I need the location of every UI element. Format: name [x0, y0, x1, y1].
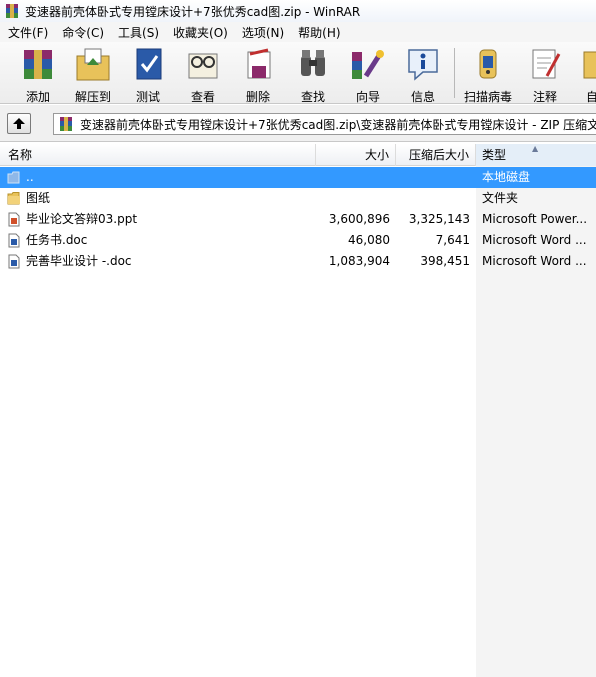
file-name: ..: [26, 170, 34, 184]
wizard-label: 向导: [355, 90, 380, 104]
column-size[interactable]: 大小: [316, 144, 396, 166]
info-button[interactable]: 信息: [395, 44, 451, 104]
virus-scan-label: 扫描病毒: [463, 90, 512, 104]
column-type-label: 类型: [482, 148, 507, 162]
file-name: 完善毕业设计 -.doc: [26, 254, 132, 268]
address-bar: 变速器前壳体卧式专用镗床设计+7张优秀cad图.zip\变速器前壳体卧式专用镗床…: [0, 105, 596, 142]
file-packed-size: 398,451: [420, 254, 470, 268]
path-field[interactable]: 变速器前壳体卧式专用镗床设计+7张优秀cad图.zip\变速器前壳体卧式专用镗床…: [53, 113, 596, 135]
file-packed-size: 3,325,143: [408, 212, 470, 226]
virus-scan-button[interactable]: 扫描病毒: [460, 44, 516, 104]
view-icon: [183, 46, 223, 82]
file-list: .. 本地磁盘 图纸 文件夹 毕业论文答辩03.ppt 3,600,896 3,…: [0, 166, 596, 677]
extract-to-label: 解压到: [74, 90, 111, 104]
find-button[interactable]: 查找: [285, 44, 341, 104]
add-button[interactable]: 添加: [10, 44, 66, 104]
menu-tools[interactable]: 工具(S): [111, 24, 166, 41]
file-row-doc[interactable]: 任务书.doc 46,080 7,641 Microsoft Word ...: [0, 230, 596, 251]
file-name: 任务书.doc: [26, 233, 88, 247]
extract-to-button[interactable]: 解压到: [65, 44, 121, 104]
menu-help[interactable]: 帮助(H): [291, 24, 347, 41]
delete-button[interactable]: 删除: [230, 44, 286, 104]
file-packed-size: 7,641: [435, 233, 470, 247]
file-list-header: 名称 大小 压缩后大小 类型 ▲: [0, 144, 596, 166]
doc-file-icon: [7, 254, 21, 269]
parent-folder-icon: [7, 170, 21, 185]
column-packed-size[interactable]: 压缩后大小: [396, 144, 476, 166]
window-title: 变速器前壳体卧式专用镗床设计+7张优秀cad图.zip - WinRAR: [25, 4, 361, 19]
extract-to-icon: [73, 46, 113, 82]
file-row-folder[interactable]: 图纸 文件夹: [0, 188, 596, 209]
delete-icon: [238, 46, 278, 82]
delete-label: 删除: [245, 90, 270, 104]
comment-icon: [525, 46, 565, 82]
file-name: 图纸: [26, 191, 51, 205]
sfx-icon: [578, 46, 596, 82]
folder-icon: [7, 191, 21, 206]
file-size: 46,080: [348, 233, 390, 247]
title-bar: 变速器前壳体卧式专用镗床设计+7张优秀cad图.zip - WinRAR: [0, 0, 596, 22]
comment-label: 注释: [532, 90, 557, 104]
zip-archive-icon: [58, 116, 74, 132]
menu-bar: 文件(F) 命令(C) 工具(S) 收藏夹(O) 选项(N) 帮助(H): [0, 22, 596, 42]
view-button[interactable]: 查看: [175, 44, 231, 104]
winrar-app-icon: [4, 3, 20, 19]
menu-options[interactable]: 选项(N): [235, 24, 291, 41]
add-label: 添加: [25, 90, 50, 104]
up-one-level-button[interactable]: [7, 113, 31, 134]
test-button[interactable]: 测试: [120, 44, 176, 104]
file-type: 文件夹: [482, 191, 519, 205]
toolbar-separator: [454, 48, 455, 98]
file-size: 1,083,904: [328, 254, 390, 268]
test-label: 测试: [135, 90, 160, 104]
comment-button[interactable]: 注释: [517, 44, 573, 104]
wizard-icon: [348, 46, 388, 82]
wizard-button[interactable]: 向导: [340, 44, 396, 104]
column-name[interactable]: 名称: [0, 144, 316, 166]
menu-favorites[interactable]: 收藏夹(O): [166, 24, 235, 41]
file-row-doc[interactable]: 完善毕业设计 -.doc 1,083,904 398,451 Microsoft…: [0, 251, 596, 272]
virus-scan-icon: [468, 46, 508, 82]
file-type: Microsoft Power...: [482, 212, 588, 226]
menu-commands[interactable]: 命令(C): [55, 24, 111, 41]
ppt-file-icon: [7, 212, 21, 227]
info-label: 信息: [410, 90, 435, 104]
file-row-parent[interactable]: .. 本地磁盘: [0, 167, 596, 188]
test-icon: [128, 46, 168, 82]
file-type: 本地磁盘: [482, 170, 531, 184]
menu-file[interactable]: 文件(F): [1, 24, 55, 41]
file-type: Microsoft Word ...: [482, 254, 587, 268]
find-label: 查找: [300, 90, 325, 104]
file-type: Microsoft Word ...: [482, 233, 587, 247]
view-label: 查看: [190, 90, 215, 104]
up-arrow-icon: [12, 117, 26, 130]
toolbar: 添加 解压到 测试 查看 删除 查找 向导 信息 扫描病毒 注释 自: [0, 42, 596, 104]
doc-file-icon: [7, 233, 21, 248]
column-type[interactable]: 类型 ▲: [476, 144, 596, 166]
file-row-ppt[interactable]: 毕业论文答辩03.ppt 3,600,896 3,325,143 Microso…: [0, 209, 596, 230]
sfx-label: 自解: [585, 90, 596, 104]
find-icon: [293, 46, 333, 82]
info-icon: [403, 46, 443, 82]
path-text: 变速器前壳体卧式专用镗床设计+7张优秀cad图.zip\变速器前壳体卧式专用镗床…: [80, 117, 596, 132]
file-size: 3,600,896: [328, 212, 390, 226]
file-name: 毕业论文答辩03.ppt: [26, 212, 138, 226]
add-archive-icon: [18, 46, 58, 82]
sort-ascending-icon: ▲: [532, 144, 539, 153]
sfx-button[interactable]: 自解: [570, 44, 596, 104]
